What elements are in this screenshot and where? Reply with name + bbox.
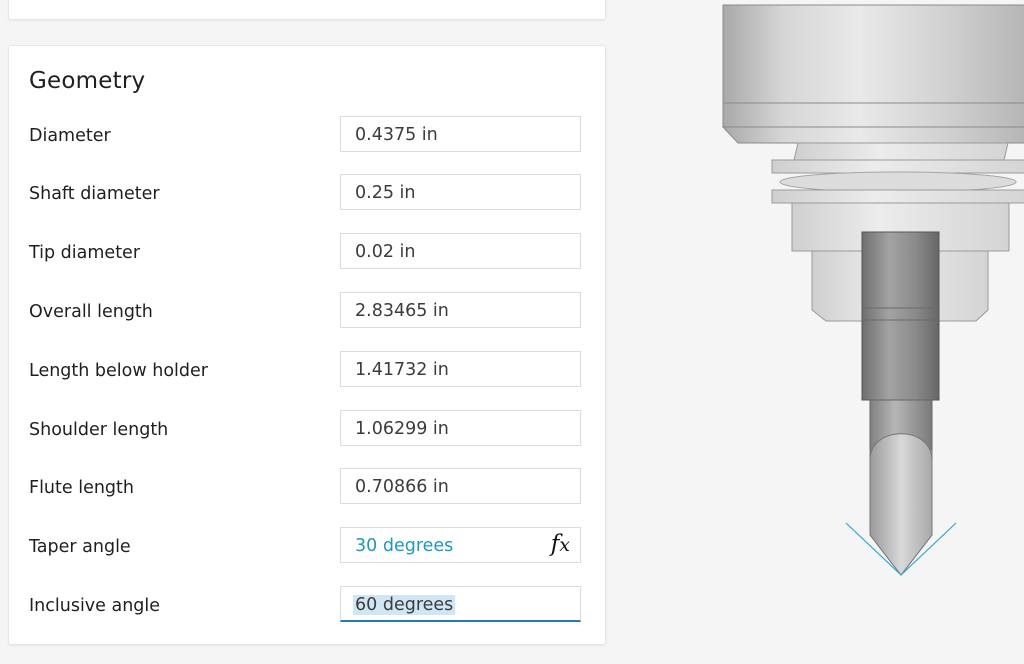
length-below-holder-label: Length below holder xyxy=(29,361,208,381)
row-flute-length: Flute length 0.70866 in xyxy=(9,468,605,508)
flute-length-value: 0.70866 in xyxy=(355,477,449,497)
row-shaft-diameter: Shaft diameter 0.25 in xyxy=(9,174,605,214)
shoulder-length-label: Shoulder length xyxy=(29,420,169,440)
taper-angle-input[interactable]: 30 degrees fx xyxy=(340,527,581,563)
tool-shaft xyxy=(861,231,940,401)
row-diameter: Diameter 0.4375 in xyxy=(9,116,605,156)
shaft-diameter-value: 0.25 in xyxy=(355,183,416,203)
tip-diameter-label: Tip diameter xyxy=(29,243,141,263)
diameter-value: 0.4375 in xyxy=(355,125,438,145)
inclusive-angle-value: 60 degrees xyxy=(353,595,456,615)
row-shoulder-length: Shoulder length 1.06299 in xyxy=(9,410,605,450)
tool-tip xyxy=(869,399,933,576)
overall-length-label: Overall length xyxy=(29,302,153,322)
row-inclusive-angle: Inclusive angle 60 degrees xyxy=(9,586,605,626)
flute-length-label: Flute length xyxy=(29,478,134,498)
row-tip-diameter: Tip diameter 0.02 in xyxy=(9,233,605,273)
tool-preview xyxy=(721,4,1024,576)
fx-icon[interactable]: fx xyxy=(551,531,570,557)
diameter-input[interactable]: 0.4375 in xyxy=(340,116,581,152)
overall-length-value: 2.83465 in xyxy=(355,301,449,321)
previous-section-card xyxy=(8,0,606,20)
taper-angle-value: 30 degrees xyxy=(355,536,454,556)
flute-length-input[interactable]: 0.70866 in xyxy=(340,468,581,504)
inclusive-angle-input[interactable]: 60 degrees xyxy=(340,586,581,622)
shoulder-length-input[interactable]: 1.06299 in xyxy=(340,410,581,446)
inclusive-angle-label: Inclusive angle xyxy=(29,596,161,616)
tip-diameter-input[interactable]: 0.02 in xyxy=(340,233,581,269)
shoulder-length-value: 1.06299 in xyxy=(355,419,449,439)
length-below-holder-input[interactable]: 1.41732 in xyxy=(340,351,581,387)
panel-title: Geometry xyxy=(29,68,146,94)
diameter-label: Diameter xyxy=(29,126,111,146)
geometry-panel: Geometry Diameter 0.4375 in Shaft diamet… xyxy=(8,45,606,645)
overall-length-input[interactable]: 2.83465 in xyxy=(340,292,581,328)
shaft-diameter-label: Shaft diameter xyxy=(29,184,160,204)
shaft-diameter-input[interactable]: 0.25 in xyxy=(340,174,581,210)
length-below-holder-value: 1.41732 in xyxy=(355,360,449,380)
row-length-below-holder: Length below holder 1.41732 in xyxy=(9,351,605,391)
tip-diameter-value: 0.02 in xyxy=(355,242,416,262)
taper-angle-label: Taper angle xyxy=(29,537,131,557)
row-overall-length: Overall length 2.83465 in xyxy=(9,292,605,332)
row-taper-angle: Taper angle 30 degrees fx xyxy=(9,527,605,567)
